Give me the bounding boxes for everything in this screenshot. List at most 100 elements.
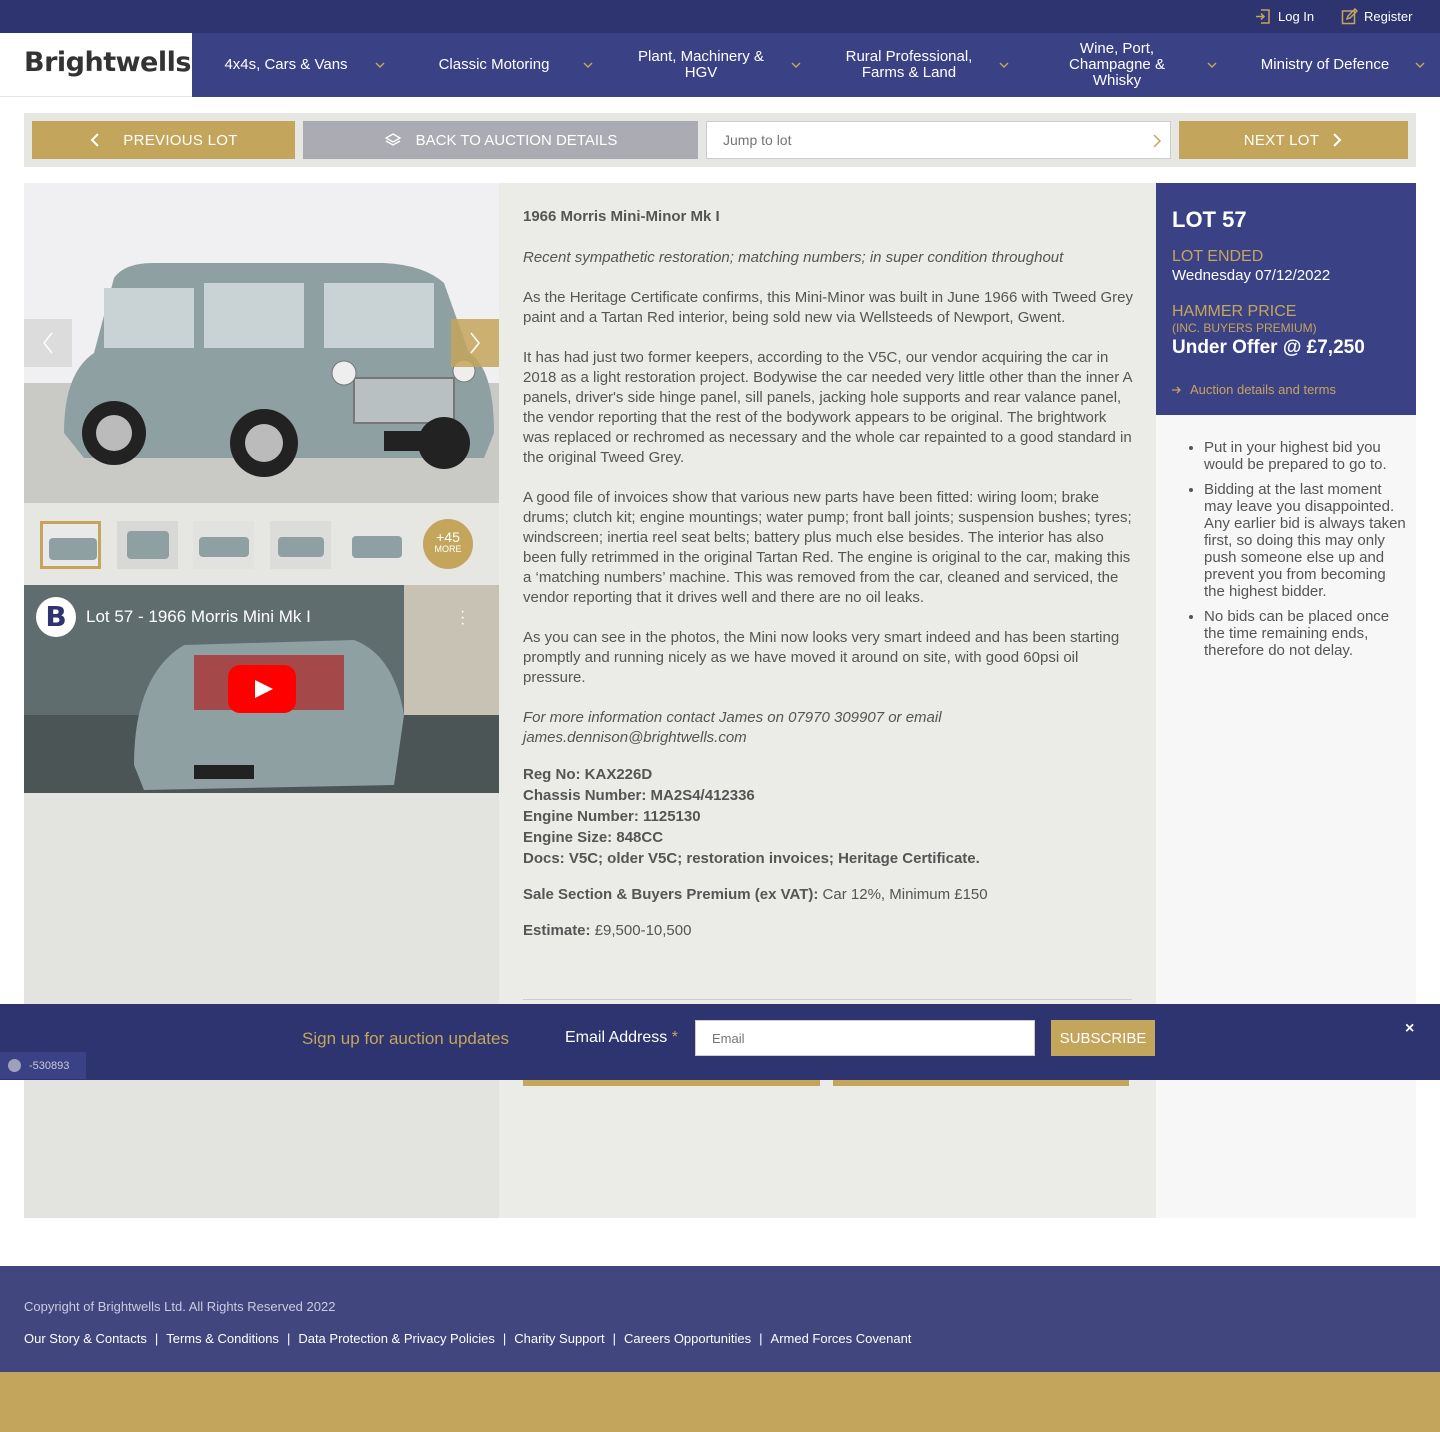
signup-heading: Sign up for auction updates (302, 1029, 509, 1048)
previous-lot-label: PREVIOUS LOT (123, 131, 238, 149)
register-link[interactable]: Register (1341, 8, 1412, 25)
status-dot-icon (8, 1059, 21, 1072)
edit-icon (1341, 8, 1358, 25)
newsletter-signup-bar: Sign up for auction updates Email Addres… (0, 1004, 1440, 1080)
separator: | (286, 1331, 291, 1346)
tip-item: Bidding at the last moment may leave you… (1204, 481, 1408, 600)
thumbnail-5[interactable] (346, 521, 407, 569)
car-photo (24, 183, 499, 503)
login-link[interactable]: Log In (1255, 8, 1314, 25)
thumbnail-strip: +45 MORE (24, 503, 499, 585)
video-title[interactable]: Lot 57 - 1966 Morris Mini Mk I (86, 607, 311, 627)
separator: | (502, 1331, 507, 1346)
lot-navigation: PREVIOUS LOT BACK TO AUCTION DETAILS NEX… (24, 113, 1416, 167)
gallery-next-button[interactable] (451, 319, 499, 367)
premium-value: Car 12%, Minimum £150 (818, 886, 988, 903)
subscribe-button[interactable]: SUBSCRIBE (1051, 1020, 1155, 1056)
bidding-tips: Put in your highest bid you would be pre… (1172, 439, 1408, 667)
chassis-number: Chassis Number: MA2S4/412336 (523, 787, 755, 804)
lot-number: LOT 57 (1172, 207, 1247, 232)
tip-item: Put in your highest bid you would be pre… (1204, 439, 1408, 473)
estimate-value: £9,500-10,500 (590, 922, 692, 939)
premium-label: Sale Section & Buyers Premium (ex VAT): (523, 886, 819, 903)
footer-link-privacy[interactable]: Data Protection & Privacy Policies (298, 1331, 495, 1346)
chevron-left-icon (43, 332, 53, 354)
more-photos-button[interactable]: +45 MORE (423, 519, 473, 569)
email-label: Email Address * (565, 1029, 678, 1047)
tip-item: No bids can be placed once the time rema… (1204, 608, 1408, 659)
thumbnail-1[interactable] (40, 521, 101, 569)
hammer-price-note: (INC. BUYERS PREMIUM) (1172, 321, 1317, 335)
divider (523, 999, 1132, 1000)
channel-avatar[interactable]: B (36, 597, 76, 637)
debug-badge[interactable]: -530893 (0, 1052, 86, 1079)
more-options-icon[interactable]: · · · (460, 604, 465, 632)
nav-plant-machinery-hgv[interactable]: Plant, Machinery & HGV (624, 33, 778, 97)
chevron-down-icon[interactable] (1206, 59, 1218, 71)
chevron-down-icon[interactable] (1414, 59, 1426, 71)
jump-to-lot-input[interactable] (707, 122, 1127, 158)
chevron-right-icon[interactable] (1152, 134, 1162, 148)
description-paragraph: As the Heritage Certificate confirms, th… (523, 289, 1133, 326)
chevron-down-icon[interactable] (790, 59, 802, 71)
nav-ministry-of-defence[interactable]: Ministry of Defence (1248, 33, 1402, 97)
engine-size: Engine Size: 848CC (523, 829, 664, 846)
nav-rural-professional[interactable]: Rural Professional, Farms & Land (832, 33, 986, 97)
vehicle-specs: Reg No: KAX226D Chassis Number: MA2S4/41… (523, 764, 1135, 869)
footer-link-armed-forces[interactable]: Armed Forces Covenant (771, 1331, 912, 1346)
next-lot-label: NEXT LOT (1243, 131, 1320, 149)
contact-info: For more information contact James on 07… (523, 709, 942, 746)
hammer-price-label: HAMMER PRICE (1172, 303, 1297, 320)
description-paragraph: It has had just two former keepers, acco… (523, 349, 1132, 466)
thumbnail-3[interactable] (193, 521, 254, 569)
badge-text: -530893 (29, 1059, 70, 1072)
chevron-down-icon[interactable] (998, 59, 1010, 71)
register-label: Register (1364, 9, 1413, 24)
description-paragraph: A good file of invoices show that variou… (523, 489, 1132, 606)
auction-terms-label: Auction details and terms (1190, 382, 1336, 397)
footer-link-careers[interactable]: Careers Opportunities (624, 1331, 751, 1346)
reg-number: Reg No: KAX226D (523, 766, 653, 783)
back-to-auction-label: BACK TO AUCTION DETAILS (415, 131, 618, 149)
footer: Copyright of Brightwells Ltd. All Rights… (0, 1266, 1440, 1372)
nav-wine-port-champagne[interactable]: Wine, Port, Champagne & Whisky (1048, 33, 1186, 97)
lot-subtitle: Recent sympathetic restoration; matching… (523, 249, 1064, 266)
thumbnail-4[interactable] (270, 521, 331, 569)
buyers-premium: Sale Section & Buyers Premium (ex VAT): … (523, 885, 1135, 905)
play-button[interactable] (228, 665, 296, 713)
lot-title: 1966 Morris Mini-Minor Mk I (523, 208, 720, 225)
description-paragraph: As you can see in the photos, the Mini n… (523, 629, 1120, 686)
auction-terms-link[interactable]: Auction details and terms (1172, 382, 1336, 397)
gallery-prev-button[interactable] (24, 319, 72, 367)
thumbnail-2[interactable] (117, 521, 178, 569)
footer-link-terms[interactable]: Terms & Conditions (166, 1331, 279, 1346)
chevron-right-icon (470, 332, 480, 354)
main-photo[interactable] (24, 183, 499, 503)
previous-lot-button[interactable]: PREVIOUS LOT (32, 121, 295, 159)
close-icon[interactable]: × (1405, 1020, 1414, 1038)
chevron-down-icon[interactable] (374, 59, 386, 71)
logo-container[interactable]: Brightwells (0, 33, 192, 97)
video-player[interactable]: B Lot 57 - 1966 Morris Mini Mk I · · · (24, 585, 499, 793)
lot-ended-label: LOT ENDED (1172, 248, 1264, 265)
nav-4x4s-cars-vans[interactable]: 4x4s, Cars & Vans (208, 33, 364, 97)
more-photos-count: +45 (436, 529, 460, 545)
brand-logo[interactable]: Brightwells (24, 47, 191, 78)
footer-link-charity[interactable]: Charity Support (514, 1331, 604, 1346)
nav-classic-motoring[interactable]: Classic Motoring (416, 33, 572, 97)
lot-status-box: LOT 57 LOT ENDED Wednesday 07/12/2022 HA… (1156, 183, 1416, 415)
top-bar: Log In Register (0, 0, 1440, 33)
arrow-right-icon (1172, 386, 1181, 393)
chevron-down-icon[interactable] (582, 59, 594, 71)
email-field[interactable] (695, 1020, 1035, 1056)
required-marker: * (671, 1029, 678, 1046)
email-label-text: Email Address (565, 1029, 668, 1046)
jump-to-lot-field[interactable] (706, 121, 1171, 159)
login-icon (1256, 9, 1270, 24)
footer-link-our-story[interactable]: Our Story & Contacts (24, 1331, 147, 1346)
login-label: Log In (1278, 9, 1315, 24)
separator: | (612, 1331, 616, 1346)
back-to-auction-button[interactable]: BACK TO AUCTION DETAILS (303, 121, 698, 159)
next-lot-button[interactable]: NEXT LOT (1179, 121, 1408, 159)
estimate: Estimate: £9,500-10,500 (523, 921, 1135, 941)
